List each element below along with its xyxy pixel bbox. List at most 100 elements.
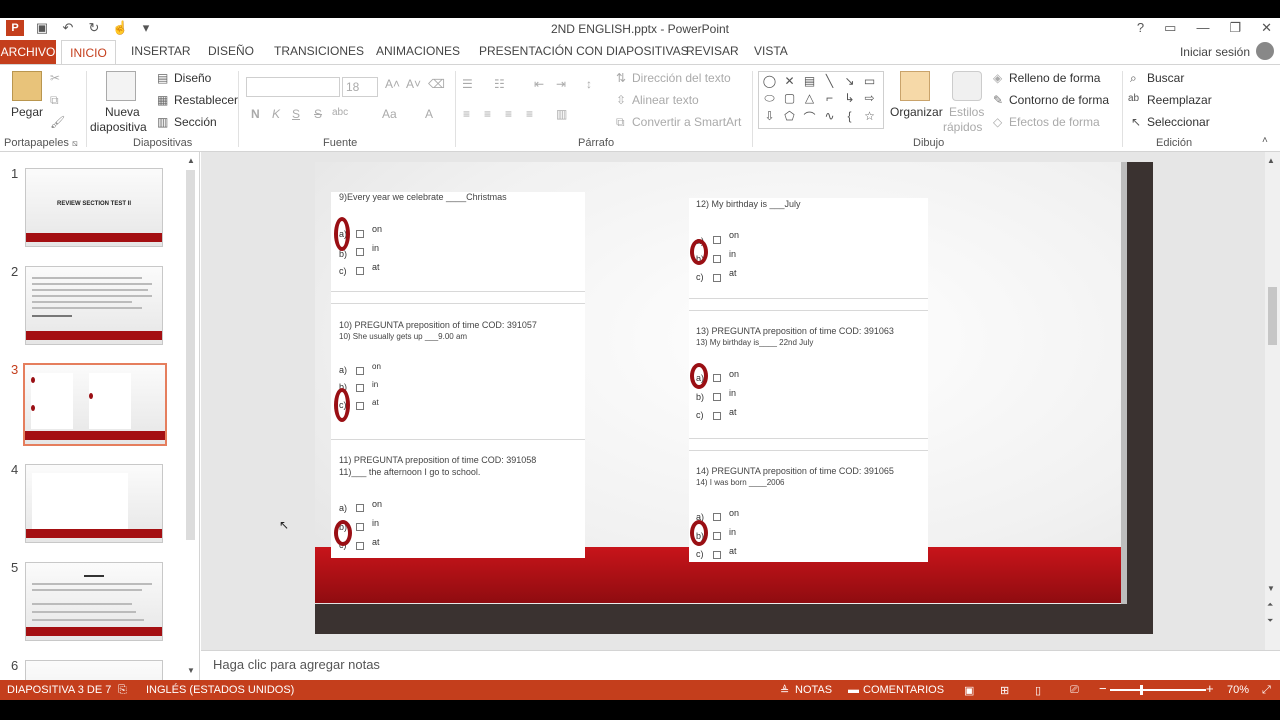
notes-pane[interactable]: Haga clic para agregar notas xyxy=(201,650,1280,680)
smartart-button[interactable]: Convertir a SmartArt xyxy=(632,115,741,129)
collapse-ribbon-icon[interactable]: ˄ xyxy=(1262,135,1268,146)
option-checkbox[interactable] xyxy=(356,248,364,256)
option-checkbox[interactable] xyxy=(713,513,721,521)
layout-button[interactable]: Diseño xyxy=(174,71,211,85)
grow-font-icon[interactable]: A˄ xyxy=(385,77,400,91)
scroll-up-icon[interactable]: ▲ xyxy=(1267,156,1275,165)
close-icon[interactable]: ✕ xyxy=(1261,20,1272,36)
normal-view-icon[interactable]: ▣ xyxy=(964,684,974,697)
question-card-right[interactable] xyxy=(689,198,928,562)
zoom-slider-handle[interactable] xyxy=(1140,685,1143,695)
slide-thumbnail-1[interactable]: REVIEW SECTION TEST II xyxy=(25,168,163,247)
slide-sorter-icon[interactable]: ⊞ xyxy=(1000,684,1009,697)
star-shape-icon[interactable]: ☆ xyxy=(861,109,878,126)
align-center-icon[interactable]: ≡ xyxy=(484,107,491,121)
tab-slideshow[interactable]: PRESENTACIÓN CON DIAPOSITIVAS xyxy=(479,44,689,58)
shape-effects-button[interactable]: Efectos de forma xyxy=(1009,115,1100,129)
rectangle-shape-icon[interactable]: ▭ xyxy=(861,74,878,88)
scroll-up-icon[interactable]: ▲ xyxy=(187,156,195,165)
paste-button[interactable]: Pegar xyxy=(11,105,43,119)
option-checkbox[interactable] xyxy=(713,393,721,401)
bold-button[interactable]: N xyxy=(251,107,260,121)
shape-outline-button[interactable]: Contorno de forma xyxy=(1009,93,1109,107)
shapes-gallery[interactable]: ◯ ✕ ▤ ╲ ↘ ▭ ⬭ ▢ △ ⌐ ↳ ⇨ ⇩ ⬠ ⌒ ∿ { ☆ xyxy=(758,71,884,129)
zoom-in-button[interactable]: + xyxy=(1206,681,1214,696)
cross-shape-icon[interactable]: ✕ xyxy=(781,74,798,88)
tab-file[interactable]: ARCHIVO xyxy=(0,40,56,64)
minimize-icon[interactable]: — xyxy=(1196,20,1209,36)
option-checkbox[interactable] xyxy=(713,236,721,244)
strikethrough-button[interactable]: S xyxy=(314,107,322,121)
current-slide[interactable]: 9)Every year we celebrate ____Christmas … xyxy=(315,162,1153,634)
justify-icon[interactable]: ≡ xyxy=(526,107,533,121)
scroll-down-icon[interactable]: ▼ xyxy=(187,666,195,675)
option-checkbox[interactable] xyxy=(356,267,364,275)
reading-view-icon[interactable]: ▯ xyxy=(1035,684,1041,697)
option-checkbox[interactable] xyxy=(356,523,364,531)
clear-format-icon[interactable]: ⌫ xyxy=(428,77,445,91)
slide-scrollbar[interactable]: ▲ ▼ ⏶ ⏷ xyxy=(1265,152,1280,650)
option-checkbox[interactable] xyxy=(713,532,721,540)
option-checkbox[interactable] xyxy=(713,255,721,263)
line-spacing-icon[interactable]: ↕ xyxy=(586,77,592,91)
align-left-icon[interactable]: ≡ xyxy=(463,107,470,121)
slide-thumbnail-2[interactable] xyxy=(25,266,163,345)
slide-thumbnail-4[interactable] xyxy=(25,464,163,543)
find-button[interactable]: Buscar xyxy=(1147,71,1184,85)
zoom-out-button[interactable]: − xyxy=(1099,681,1107,696)
option-checkbox[interactable] xyxy=(356,384,364,392)
option-checkbox[interactable] xyxy=(713,374,721,382)
tab-view[interactable]: VISTA xyxy=(754,44,788,58)
arrange-button[interactable]: Organizar xyxy=(890,105,943,119)
language-indicator[interactable]: INGLÉS (ESTADOS UNIDOS) xyxy=(146,684,294,696)
slide-thumbnail-3[interactable] xyxy=(23,363,167,446)
brace-shape-icon[interactable]: { xyxy=(841,109,858,126)
tab-animations[interactable]: ANIMACIONES xyxy=(376,44,460,58)
rounded-rect-shape-icon[interactable]: ▢ xyxy=(781,91,798,106)
align-right-icon[interactable]: ≡ xyxy=(505,107,512,121)
textbox-shape-icon[interactable]: ▤ xyxy=(801,74,818,88)
quick-styles-button[interactable]: rápidos xyxy=(943,120,982,134)
notes-button[interactable]: NOTAS xyxy=(795,684,832,696)
slide-thumbnail-6[interactable] xyxy=(25,660,163,680)
ribbon-display-icon[interactable]: ▭ xyxy=(1164,20,1176,36)
numbering-icon[interactable]: ☷ xyxy=(494,77,505,91)
option-checkbox[interactable] xyxy=(356,230,364,238)
reset-button[interactable]: Restablecer xyxy=(174,93,238,107)
align-text-button[interactable]: Alinear texto xyxy=(632,93,699,107)
spellcheck-icon[interactable]: ⎘ xyxy=(118,684,127,697)
new-slide-label-1[interactable]: Nueva xyxy=(105,105,140,119)
tab-review[interactable]: REVISAR xyxy=(686,44,739,58)
font-size-combo[interactable]: 18 xyxy=(342,77,378,97)
italic-button[interactable]: K xyxy=(272,107,280,121)
notes-placeholder[interactable]: Haga clic para agregar notas xyxy=(213,657,380,672)
option-checkbox[interactable] xyxy=(713,551,721,559)
char-spacing-button[interactable]: abc xyxy=(332,107,348,118)
copy-icon[interactable]: ⧉ xyxy=(50,93,59,108)
format-painter-icon[interactable]: 🖌 xyxy=(50,115,65,129)
restore-icon[interactable]: ❐ xyxy=(1229,20,1241,36)
question-card-left[interactable] xyxy=(331,192,585,558)
quick-styles-icon[interactable] xyxy=(952,71,982,101)
option-checkbox[interactable] xyxy=(713,274,721,282)
elbow-shape-icon[interactable]: ⌐ xyxy=(821,91,838,106)
paste-icon[interactable] xyxy=(12,71,42,101)
bent-arrow-shape-icon[interactable]: ↳ xyxy=(841,91,858,106)
shrink-font-icon[interactable]: A˅ xyxy=(406,77,421,91)
scroll-down-icon[interactable]: ▼ xyxy=(1267,584,1275,593)
cut-icon[interactable]: ✂ xyxy=(50,71,60,85)
prev-slide-icon[interactable]: ⏶ xyxy=(1267,600,1273,610)
shape-fill-button[interactable]: Relleno de forma xyxy=(1009,71,1100,85)
down-arrow-shape-icon[interactable]: ⇩ xyxy=(761,109,778,126)
option-checkbox[interactable] xyxy=(356,504,364,512)
tab-transitions[interactable]: TRANSICIONES xyxy=(274,44,364,58)
quick-styles-label-1[interactable]: Estilos xyxy=(949,105,984,119)
next-slide-icon[interactable]: ⏷ xyxy=(1267,616,1273,626)
comments-button[interactable]: COMENTARIOS xyxy=(863,684,944,696)
replace-button[interactable]: Reemplazar xyxy=(1147,93,1212,107)
underline-button[interactable]: S xyxy=(292,107,300,121)
pentagon-shape-icon[interactable]: ⬠ xyxy=(781,109,798,126)
option-checkbox[interactable] xyxy=(356,542,364,550)
wave-shape-icon[interactable]: ∿ xyxy=(821,109,838,126)
line-shape-icon[interactable]: ╲ xyxy=(821,74,838,88)
